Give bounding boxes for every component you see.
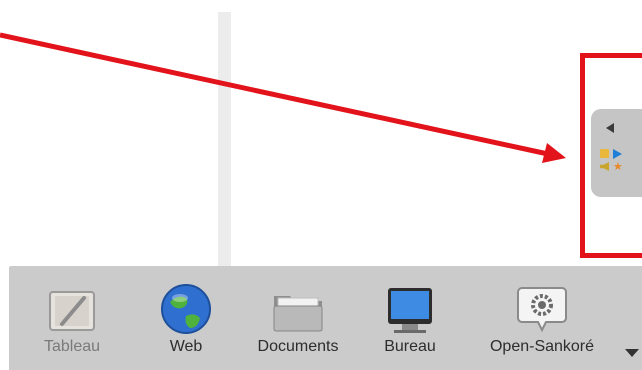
dock-label: Open-Sankoré xyxy=(489,338,595,355)
gear-speech-icon xyxy=(517,287,567,333)
speaker-icon[interactable] xyxy=(600,162,609,171)
dock-label: Tableau xyxy=(43,338,101,355)
dock-item-tableau[interactable]: Tableau xyxy=(37,266,107,370)
dock-label: Bureau xyxy=(384,338,436,355)
dock-item-web[interactable]: Web xyxy=(151,266,221,370)
dock-item-open-sankore[interactable]: Open-Sankoré xyxy=(469,266,615,370)
dock-item-documents[interactable]: Documents xyxy=(241,266,355,370)
dock-toolbar: Tableau Web Documents Bureau Open-Sankor… xyxy=(9,266,642,370)
dock-item-bureau[interactable]: Bureau xyxy=(372,266,448,370)
board-pen-icon xyxy=(49,291,95,331)
desktop-monitor-icon xyxy=(388,288,432,333)
folder-icon[interactable] xyxy=(600,149,609,158)
dock-label: Web xyxy=(169,338,203,355)
caret-down-icon[interactable] xyxy=(625,349,639,357)
dock-label: Documents xyxy=(257,338,339,355)
folder-icon xyxy=(273,296,323,332)
star-icon[interactable]: ★ xyxy=(613,161,624,172)
globe-icon xyxy=(161,284,211,334)
play-icon[interactable] xyxy=(613,149,622,159)
side-mini-panel[interactable]: ★ xyxy=(591,109,642,197)
collapse-left-icon[interactable] xyxy=(606,123,614,133)
